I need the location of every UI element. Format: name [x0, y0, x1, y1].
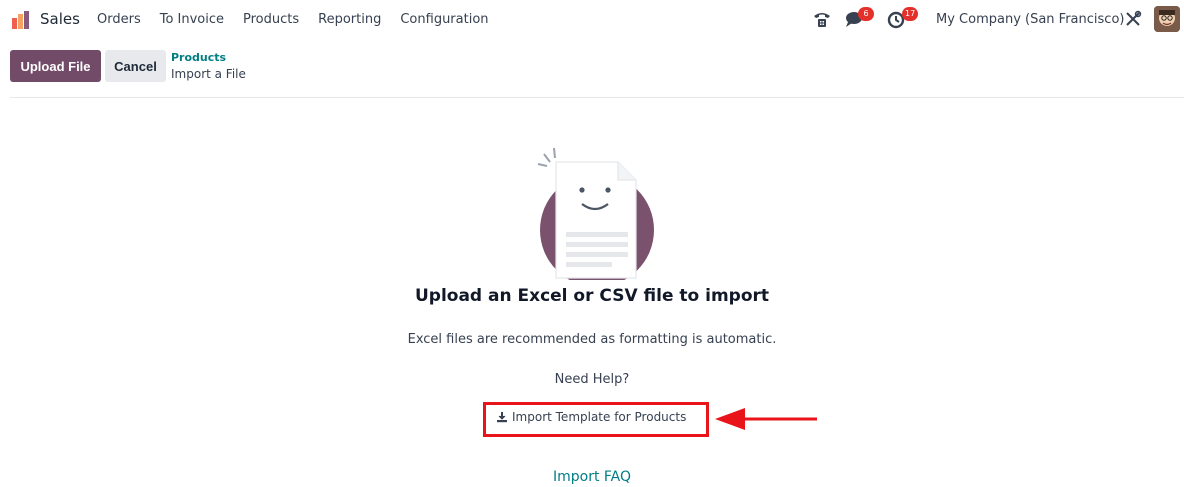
messages-badge: 6: [858, 7, 874, 21]
header-divider: [10, 97, 1184, 98]
menu-item-to-invoice[interactable]: To Invoice: [160, 12, 224, 27]
menu-item-reporting[interactable]: Reporting: [318, 12, 381, 27]
phone-icon[interactable]: [812, 9, 832, 29]
top-navbar: Sales Orders To Invoice Products Reporti…: [0, 0, 1184, 40]
cancel-button[interactable]: Cancel: [105, 50, 166, 82]
import-subtitle: Excel files are recommended as formattin…: [407, 332, 777, 347]
app-logo-icon[interactable]: [11, 10, 31, 30]
activities-badge: 17: [902, 7, 919, 21]
import-template-link[interactable]: Import Template for Products: [496, 410, 686, 424]
import-title: Upload an Excel or CSV file to import: [414, 286, 770, 306]
download-icon: [497, 412, 507, 423]
tools-icon[interactable]: [1124, 10, 1142, 28]
menu-item-configuration[interactable]: Configuration: [400, 12, 488, 27]
upload-file-button[interactable]: Upload File: [10, 50, 101, 82]
breadcrumb-current: Import a File: [171, 67, 246, 81]
menu-item-orders[interactable]: Orders: [97, 12, 141, 27]
company-switcher[interactable]: My Company (San Francisco): [936, 12, 1124, 27]
arrow-icon: [715, 408, 817, 430]
app-name[interactable]: Sales: [40, 10, 80, 28]
need-help-text: Need Help?: [554, 372, 630, 387]
smiling-document-illustration: [537, 147, 654, 280]
main-menu: Orders To Invoice Products Reporting Con…: [97, 12, 508, 27]
import-template-label: Import Template for Products: [512, 410, 687, 424]
import-faq-link[interactable]: Import FAQ: [0, 469, 1184, 485]
menu-item-products[interactable]: Products: [243, 12, 299, 27]
user-avatar[interactable]: [1154, 6, 1180, 32]
breadcrumb-products[interactable]: Products: [171, 51, 226, 64]
